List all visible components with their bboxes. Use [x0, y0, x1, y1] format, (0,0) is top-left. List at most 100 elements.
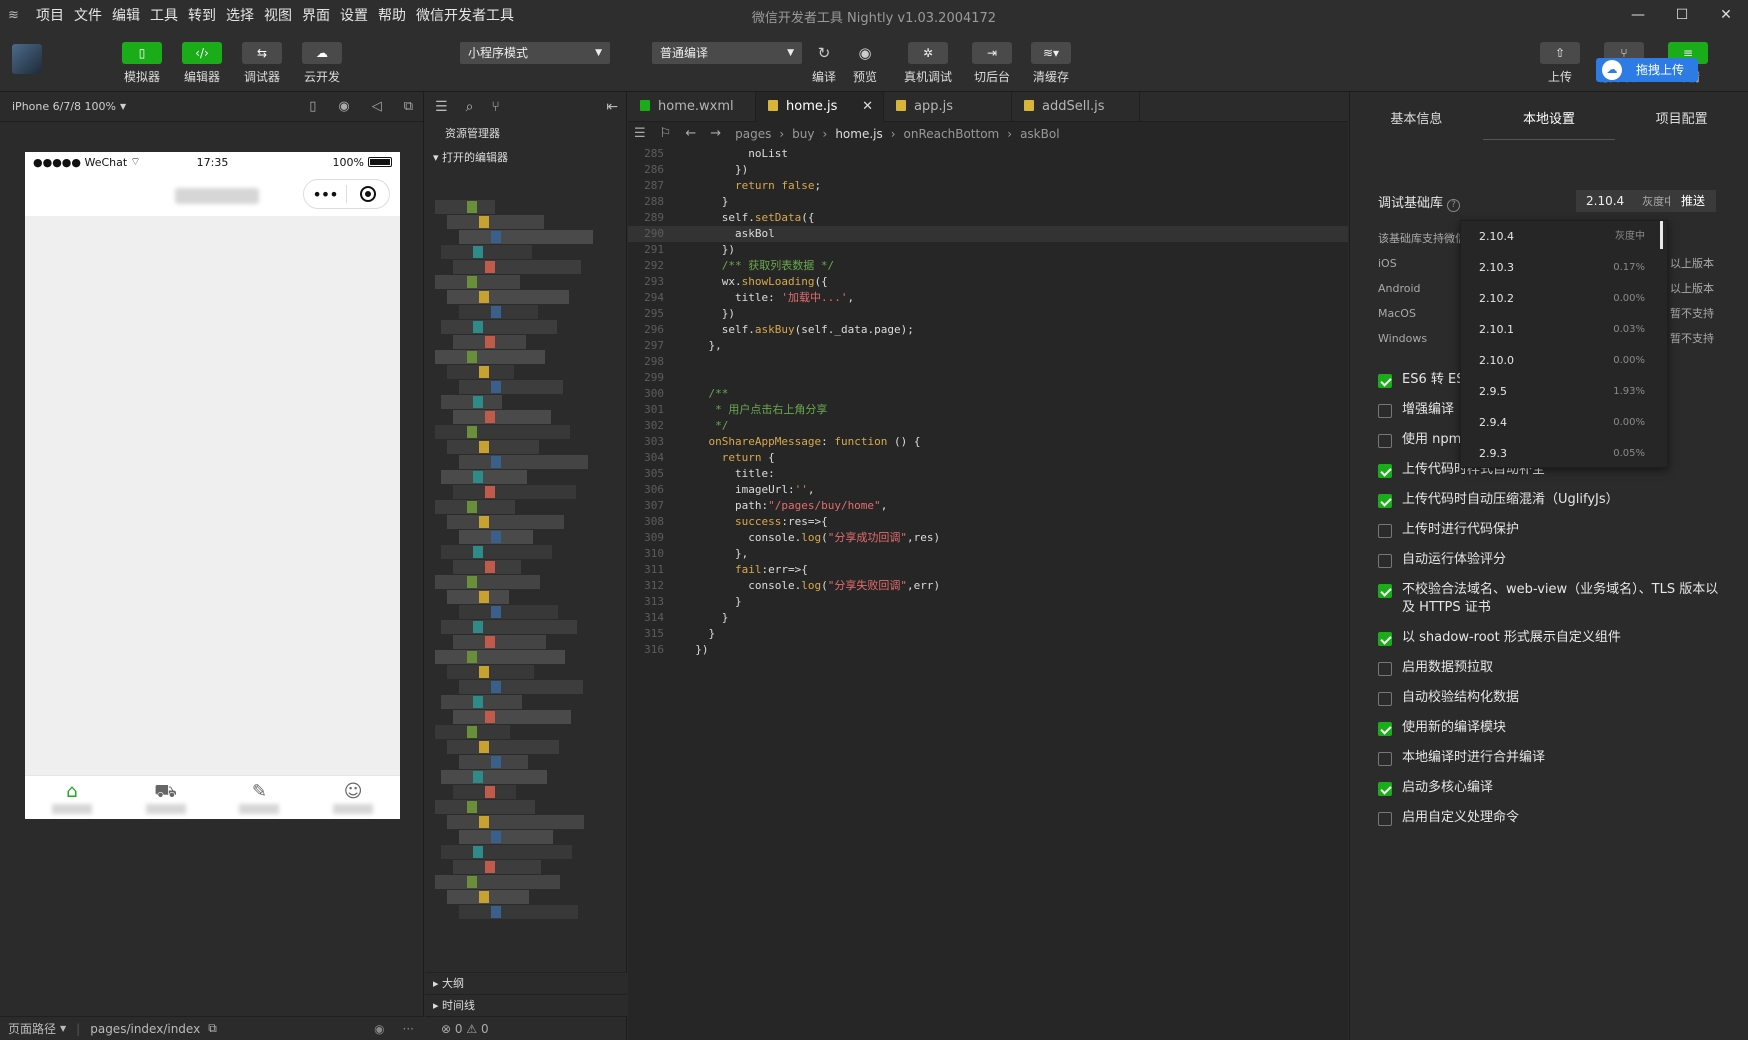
debugger-button[interactable]: ⇆ 调试器	[236, 42, 288, 85]
tree-item[interactable]	[459, 380, 563, 394]
tree-item[interactable]	[447, 890, 529, 904]
option-row[interactable]: 使用新的编译模块	[1378, 719, 1728, 737]
tree-item[interactable]	[459, 680, 583, 694]
checkbox[interactable]	[1378, 632, 1392, 646]
tab-addsell-js[interactable]: addSell.js	[1012, 92, 1140, 122]
back-arrow-icon[interactable]: ←	[685, 122, 696, 146]
code-line[interactable]: 300 /**	[628, 386, 1348, 402]
tree-item[interactable]	[441, 320, 557, 334]
tree-item[interactable]	[453, 485, 576, 499]
tree-item[interactable]	[459, 455, 588, 469]
cloud-button[interactable]: ☁ 云开发	[296, 42, 348, 85]
tree-item[interactable]	[435, 875, 560, 889]
upload-button[interactable]: ⇧ 上传	[1532, 42, 1588, 85]
checkbox[interactable]	[1378, 722, 1392, 736]
option-row[interactable]: 上传代码时自动压缩混淆（UglifyJs）	[1378, 491, 1728, 509]
tree-item[interactable]	[453, 635, 546, 649]
help-icon[interactable]: ?	[1447, 199, 1461, 212]
record-icon[interactable]: ◉	[338, 99, 349, 114]
list-icon[interactable]: ☰	[435, 99, 448, 115]
menu-project[interactable]: 项目	[36, 5, 64, 25]
problems-bar[interactable]: ⊗ 0 ⚠ 0	[425, 1016, 627, 1040]
phone-rotate-icon[interactable]: ▯	[309, 99, 316, 114]
base-library-option[interactable]: 2.9.5 1.93%	[1461, 376, 1667, 407]
base-library-option[interactable]: 2.9.4 0.00%	[1461, 407, 1667, 438]
checkbox[interactable]	[1378, 404, 1392, 418]
code-line[interactable]: 289 self.setData({	[628, 210, 1348, 226]
option-row[interactable]: 以 shadow-root 形式展示自定义组件	[1378, 629, 1728, 647]
tab-profile[interactable]: ☺	[306, 776, 400, 819]
code-line[interactable]: 298	[628, 354, 1348, 370]
tree-item[interactable]	[441, 470, 527, 484]
tree-item[interactable]	[435, 350, 545, 364]
menu-ui[interactable]: 界面	[302, 5, 330, 25]
timeline-section[interactable]: ▸ 时间线	[425, 994, 627, 1016]
code-line[interactable]: 294 title: '加载中...',	[628, 290, 1348, 306]
mode-select[interactable]: 小程序模式 ▼	[460, 42, 610, 64]
checkbox[interactable]	[1378, 374, 1392, 388]
code-lines[interactable]: 285 noList 286 }) 287 return false; 288 } 28…	[628, 146, 1348, 658]
menu-edit[interactable]: 编辑	[112, 5, 140, 25]
open-editors-section[interactable]: ▾ 打开的编辑器	[425, 146, 626, 170]
option-row[interactable]: 启用自定义处理命令	[1378, 809, 1728, 827]
checkbox[interactable]	[1378, 782, 1392, 796]
bookmark-icon[interactable]: ⚐	[660, 122, 672, 146]
tab-home-js[interactable]: home.js ✕	[756, 92, 884, 122]
tree-item[interactable]	[447, 215, 544, 229]
checkbox[interactable]	[1378, 692, 1392, 706]
git-branch-icon[interactable]: ⑂	[491, 99, 499, 115]
base-library-option[interactable]: 2.10.0 0.00%	[1461, 345, 1667, 376]
code-line[interactable]: 310 },	[628, 546, 1348, 562]
outline-section[interactable]: ▸ 大纲	[425, 972, 627, 994]
tree-item[interactable]	[447, 815, 584, 829]
tree-item[interactable]	[459, 230, 593, 244]
volume-icon[interactable]: ◁	[372, 99, 382, 114]
checkbox[interactable]	[1378, 812, 1392, 826]
tab-sell[interactable]: ✎	[213, 776, 307, 819]
menu-wechat-devtools[interactable]: 微信开发者工具	[416, 5, 514, 25]
option-row[interactable]: 自动运行体验评分	[1378, 551, 1728, 569]
base-library-option[interactable]: 2.10.3 0.17%	[1461, 252, 1667, 283]
checkbox[interactable]	[1378, 494, 1392, 508]
tab-home[interactable]: ⌂	[25, 776, 119, 819]
code-line[interactable]: 295 })	[628, 306, 1348, 322]
option-row[interactable]: 启用数据预拉取	[1378, 659, 1728, 677]
tab-project-config[interactable]: 项目配置	[1615, 92, 1748, 148]
code-line[interactable]: 304 return {	[628, 450, 1348, 466]
tree-item[interactable]	[447, 440, 539, 454]
tab-app-js[interactable]: app.js	[884, 92, 1012, 122]
device-debug-button[interactable]: ✲ 真机调试	[900, 42, 956, 85]
checkbox[interactable]	[1378, 464, 1392, 478]
code-line[interactable]: 287 return false;	[628, 178, 1348, 194]
tree-item[interactable]	[447, 590, 509, 604]
forward-arrow-icon[interactable]: →	[710, 122, 721, 146]
code-line[interactable]: 291 })	[628, 242, 1348, 258]
collapse-panel-icon[interactable]: ⇤	[606, 99, 618, 115]
tab-home-wxml[interactable]: home.wxml	[628, 92, 756, 122]
tree-item[interactable]	[459, 605, 558, 619]
checkbox[interactable]	[1378, 584, 1392, 598]
drag-upload-badge[interactable]: ☁ 拖拽上传	[1596, 58, 1698, 82]
breadcrumb-item[interactable]: askBol	[1020, 122, 1059, 146]
tree-item[interactable]	[441, 845, 572, 859]
menu-select[interactable]: 选择	[226, 5, 254, 25]
minimize-icon[interactable]: —	[1616, 0, 1660, 30]
tree-item[interactable]	[447, 365, 514, 379]
code-line[interactable]: 309 console.log("分享成功回调",res)	[628, 530, 1348, 546]
option-row[interactable]: 自动校验结构化数据	[1378, 689, 1728, 707]
tree-item[interactable]	[459, 305, 538, 319]
code-line[interactable]: 296 self.askBuy(self._data.page);	[628, 322, 1348, 338]
tree-item[interactable]	[441, 620, 577, 634]
search-icon[interactable]: ⌕	[466, 99, 474, 115]
code-line[interactable]: 311 fail:err=>{	[628, 562, 1348, 578]
tab-basic-info[interactable]: 基本信息	[1350, 92, 1483, 148]
tree-item[interactable]	[435, 650, 565, 664]
tree-item[interactable]	[453, 560, 521, 574]
close-window-icon[interactable]: ✕	[1704, 0, 1748, 30]
tree-item[interactable]	[453, 785, 516, 799]
page-path-label[interactable]: 页面路径	[8, 1020, 56, 1037]
tree-item[interactable]	[435, 500, 515, 514]
tree-item[interactable]	[453, 335, 526, 349]
tree-item[interactable]	[441, 395, 502, 409]
tree-item[interactable]	[441, 245, 532, 259]
